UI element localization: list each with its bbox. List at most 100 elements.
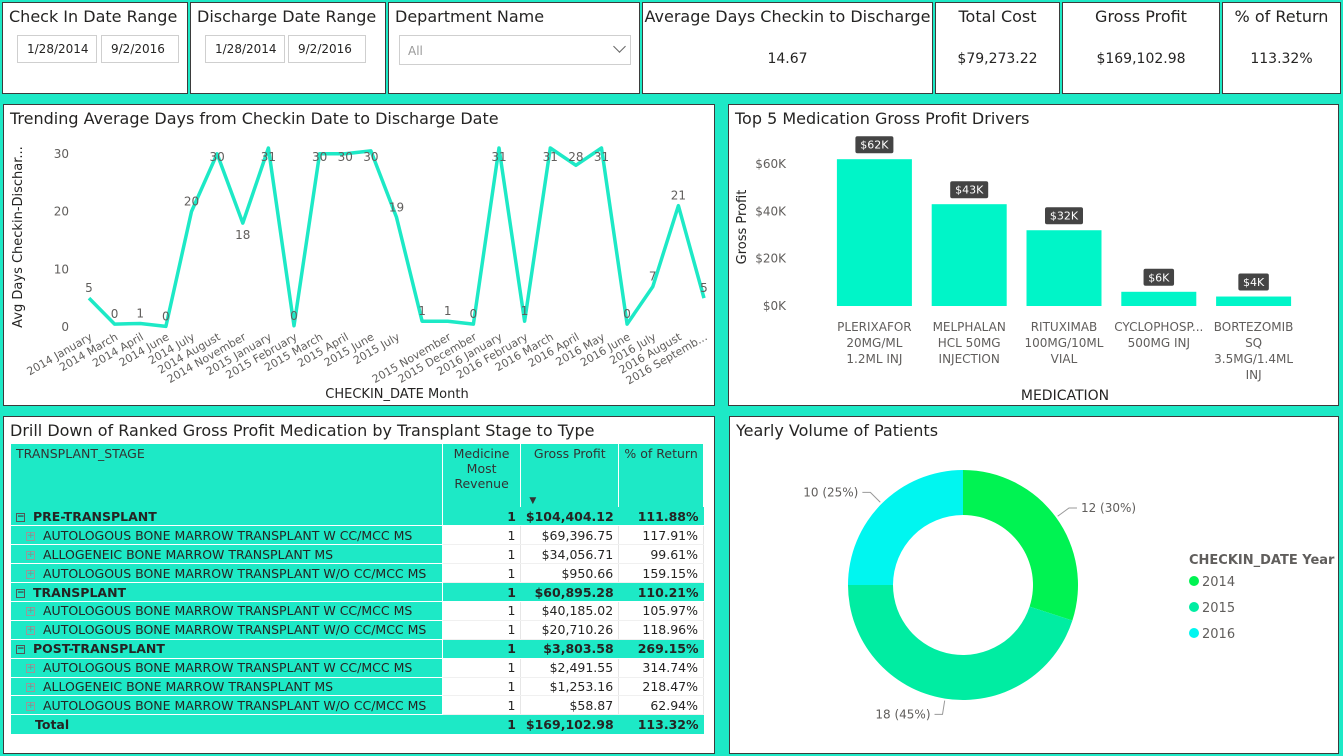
y-tick-label: $40K [755, 204, 787, 218]
checkin-end-date-input[interactable]: 9/2/2016 [101, 35, 179, 63]
kpi-pct-return: % of Return 113.32% [1222, 2, 1341, 94]
type-return-text: 62.94% [650, 697, 698, 713]
stage-return-text: 111.88% [637, 508, 699, 524]
discharge-end-date-input[interactable]: 9/2/2016 [288, 35, 366, 63]
col-header-pct-return[interactable]: % of Return [618, 444, 704, 507]
type-name-text: AUTOLOGOUS BONE MARROW TRANSPLANT W CC/M… [43, 660, 413, 676]
type-return-text: 105.97% [642, 603, 698, 619]
type-name-text: AUTOLOGOUS BONE MARROW TRANSPLANT W CC/M… [43, 527, 413, 543]
data-label: $62K [860, 139, 889, 152]
col-header-gross-profit[interactable]: Gross Profit ▼ [520, 444, 620, 507]
x-tick-label: RITUXIMAB [1031, 320, 1098, 334]
stage-profit-text: $60,895.28 [534, 584, 614, 600]
table-row[interactable]: + AUTOLOGOUS BONE MARROW TRANSPLANT W CC/… [11, 601, 704, 621]
expand-icon[interactable]: + [26, 701, 35, 711]
type-rank: 1 [442, 677, 522, 697]
x-tick-label: 20MG/ML [846, 336, 902, 350]
stage-return: 269.15% [618, 639, 704, 659]
collapse-icon[interactable]: − [16, 512, 25, 522]
type-rank: 1 [442, 544, 522, 565]
expand-icon[interactable]: + [26, 531, 35, 541]
x-axis-label: CHECKIN_DATE Month [325, 387, 468, 402]
expand-icon[interactable]: + [26, 607, 35, 617]
y-tick-label: 0 [61, 320, 69, 334]
x-tick-label: 500MG INJ [1128, 336, 1190, 350]
table-row[interactable]: + AUTOLOGOUS BONE MARROW TRANSPLANT W/O C… [11, 620, 704, 640]
type-return: 159.15% [618, 563, 704, 584]
legend-title: CHECKIN_DATE Year [1189, 553, 1335, 568]
expand-icon[interactable]: + [26, 550, 35, 560]
type-rank-text: 1 [507, 527, 516, 543]
kpi-avg-days-title: Average Days Checkin to Discharge [644, 7, 931, 26]
table-row[interactable]: + AUTOLOGOUS BONE MARROW TRANSPLANT W/O C… [11, 695, 704, 716]
table-row[interactable]: + ALLOGENEIC BONE MARROW TRANSPLANT MS 1 $3… [11, 544, 704, 565]
stage-rank: 1 [442, 507, 521, 527]
kpi-pct-return-value: 113.32% [1250, 51, 1313, 67]
type-name: + ALLOGENEIC BONE MARROW TRANSPLANT MS [11, 544, 443, 565]
y-axis-label: Gross Profit [735, 190, 750, 265]
col-header-rank[interactable]: Medicine Most Revenue [442, 444, 522, 507]
table-row[interactable]: + AUTOLOGOUS BONE MARROW TRANSPLANT W CC/… [11, 658, 704, 678]
stage-name-text: TRANSPLANT [33, 584, 127, 600]
kpi-avg-days-value: 14.67 [767, 51, 808, 67]
type-profit: $20,710.26 [520, 620, 620, 640]
type-rank-text: 1 [507, 678, 516, 694]
data-label: 20 [184, 195, 199, 209]
expand-icon[interactable]: + [26, 569, 35, 579]
kpi-total-cost-value: $79,273.22 [957, 51, 1038, 67]
legend-label: 2014 [1202, 575, 1235, 590]
department-dropdown[interactable]: All [399, 35, 631, 65]
chevron-down-icon [613, 40, 626, 53]
total-label-text: Total [35, 716, 70, 732]
type-profit-text: $69,396.75 [541, 527, 614, 543]
type-return-text: 117.91% [642, 527, 698, 543]
data-label: 31 [491, 150, 506, 164]
data-label: 1 [418, 304, 426, 318]
collapse-icon[interactable]: − [16, 588, 25, 598]
table-row[interactable]: + AUTOLOGOUS BONE MARROW TRANSPLANT W CC/… [11, 525, 704, 546]
table-row[interactable]: + AUTOLOGOUS BONE MARROW TRANSPLANT W/O C… [11, 563, 704, 584]
bar-chart: $0K $20K $40K $60K Gross Profit MEDICATION $62… [735, 136, 1294, 404]
type-profit: $950.66 [520, 563, 620, 584]
y-tick-label: 20 [54, 205, 69, 219]
x-tick-label: VIAL [1051, 352, 1078, 366]
data-label: 30 [209, 150, 224, 164]
col-header-gross-profit-label: Gross Profit [533, 446, 606, 461]
expand-icon[interactable]: + [26, 626, 35, 636]
donut-slice [963, 470, 1078, 621]
type-profit: $1,253.16 [520, 677, 620, 697]
stage-row[interactable]: − PRE-TRANSPLANT 1 $104,404.12 111.88% [11, 507, 704, 527]
data-label: 31 [543, 150, 558, 164]
total-row: Total 1 $169,102.98 113.32% [11, 714, 704, 734]
type-rank: 1 [442, 601, 522, 621]
stage-return: 111.88% [618, 507, 704, 527]
table-row[interactable]: + ALLOGENEIC BONE MARROW TRANSPLANT MS 1 $1… [11, 677, 704, 697]
stage-rank-text: 1 [507, 641, 516, 657]
type-rank: 1 [442, 525, 522, 546]
expand-icon[interactable]: + [26, 664, 35, 674]
table-header-row: TRANSPLANT_STAGE Medicine Most Revenue G… [11, 444, 704, 507]
drilldown-table-card: Drill Down of Ranked Gross Profit Medica… [3, 416, 715, 754]
stage-return: 110.21% [618, 582, 704, 602]
x-tick-label: BORTEZOMIB [1214, 320, 1294, 334]
type-return-text: 314.74% [642, 660, 698, 676]
bar-chart-card: Top 5 Medication Gross Profit Drivers $0… [728, 104, 1339, 406]
type-profit: $2,491.55 [520, 658, 620, 678]
data-label: $4K [1243, 276, 1265, 289]
stage-row[interactable]: − TRANSPLANT 1 $60,895.28 110.21% [11, 582, 704, 602]
stage-profit-text: $3,803.58 [543, 641, 614, 657]
slice-label: 18 (45%) [875, 707, 930, 721]
expand-icon[interactable]: + [26, 682, 35, 692]
type-rank: 1 [442, 658, 522, 678]
stage-rank-text: 1 [507, 584, 516, 600]
col-header-stage[interactable]: TRANSPLANT_STAGE [11, 444, 443, 507]
department-filter-title: Department Name [395, 7, 545, 26]
type-profit-text: $40,185.02 [541, 603, 614, 619]
discharge-start-date-input[interactable]: 1/28/2014 [205, 35, 285, 63]
collapse-icon[interactable]: − [16, 645, 25, 655]
stage-profit-text: $104,404.12 [525, 508, 614, 524]
checkin-start-date-input[interactable]: 1/28/2014 [17, 35, 97, 63]
stage-row[interactable]: − POST-TRANSPLANT 1 $3,803.58 269.15% [11, 639, 704, 659]
line-chart: 0102030Avg Days Checkin-Dischar...CHECKI… [11, 146, 710, 402]
type-profit-text: $2,491.55 [549, 660, 614, 676]
